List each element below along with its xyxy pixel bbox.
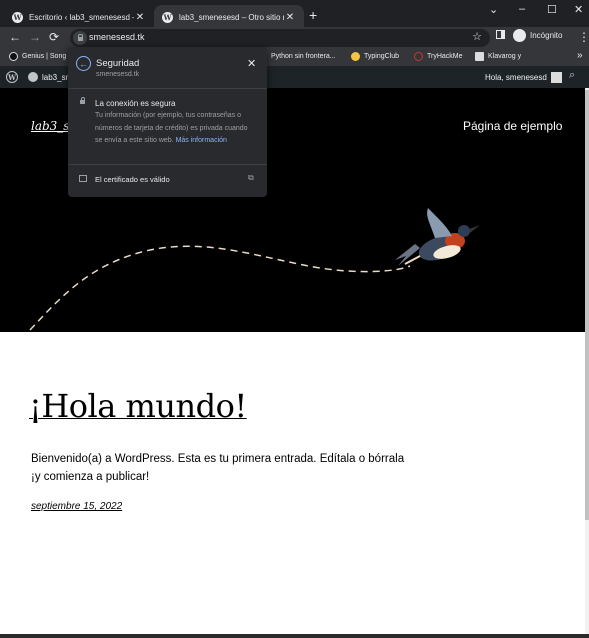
external-link-icon[interactable]: ⧉	[248, 173, 254, 183]
klavarog-icon	[475, 52, 484, 61]
connection-secure-heading: La conexión es segura	[95, 99, 176, 108]
tab-title: lab3_smenesesd – Otro sitio real	[179, 13, 284, 22]
browser-toolbar: ← → ⟳ smenesesd.tk ☆ ⋮	[0, 27, 589, 49]
lock-icon	[80, 97, 85, 104]
lock-icon[interactable]	[73, 31, 87, 45]
post-date-link[interactable]: septiembre 15, 2022	[31, 501, 122, 512]
sidepanel-icon[interactable]	[496, 30, 505, 39]
tab-close-icon[interactable]: ✕	[134, 12, 146, 23]
bookmarks-overflow-button[interactable]: »	[577, 50, 583, 61]
divider	[68, 164, 267, 165]
certificate-icon	[79, 175, 87, 182]
howdy-label: Hola, smenesesd	[485, 73, 547, 82]
tab-title: Escritorio ‹ lab3_smenesesd — W	[29, 13, 134, 22]
reload-button[interactable]: ⟳	[49, 30, 59, 44]
avatar	[550, 72, 562, 83]
divider	[68, 88, 267, 89]
address-bar[interactable]: smenesesd.tk ☆	[70, 29, 490, 47]
wordpress-favicon-icon: W	[162, 12, 173, 23]
popup-domain: smenesesd.tk	[96, 71, 140, 78]
new-tab-button[interactable]: +	[309, 7, 317, 23]
bookmark-tryhackme[interactable]: TryHackMe	[414, 52, 463, 61]
bookmark-label: Genius | Song	[22, 53, 67, 60]
bookmark-label: TryHackMe	[427, 53, 463, 60]
browser-window: W Escritorio ‹ lab3_smenesesd — W ✕ W la…	[0, 0, 589, 638]
post-excerpt: Bienvenido(a) a WordPress. Esta es tu pr…	[31, 453, 405, 483]
incognito-icon	[513, 29, 526, 42]
bookmark-klavarog[interactable]: Klavarog y	[475, 52, 521, 61]
bookmark-typingclub[interactable]: TypingClub	[351, 52, 399, 61]
popup-title: Seguridad	[96, 58, 140, 69]
admin-account[interactable]: Hola, smenesesd	[485, 72, 562, 83]
more-info-link[interactable]: Más información	[176, 137, 227, 144]
bookmark-star-icon[interactable]: ☆	[472, 30, 482, 43]
scrollbar-thumb[interactable]	[585, 90, 589, 520]
tab-search-icon[interactable]: ⌄	[489, 3, 498, 16]
wordpress-logo-icon[interactable]: W	[6, 71, 18, 83]
tab-strip: W Escritorio ‹ lab3_smenesesd — W ✕ W la…	[0, 0, 589, 30]
bookmark-label: Klavarog y	[488, 53, 522, 60]
tryhackme-icon	[414, 52, 423, 61]
typingclub-icon	[351, 52, 360, 61]
incognito-indicator[interactable]: Incógnito	[513, 29, 562, 42]
admin-site-name[interactable]: lab3_sm	[28, 72, 72, 82]
certificate-valid-item[interactable]: El certificado es válido	[95, 175, 170, 184]
bird-illustration-icon	[395, 208, 480, 266]
popup-close-icon[interactable]: ✕	[247, 57, 256, 70]
dashboard-icon	[28, 72, 38, 82]
security-popup: ← Seguridad smenesesd.tk ✕ La conexión e…	[68, 47, 267, 197]
tab-close-icon[interactable]: ✕	[284, 12, 296, 23]
wordpress-favicon-icon: W	[12, 12, 23, 23]
bookmark-label: TypingClub	[364, 53, 400, 60]
close-window-button[interactable]: ✕	[574, 3, 583, 16]
back-arrow-icon[interactable]: ←	[76, 56, 91, 71]
back-button[interactable]: ←	[9, 30, 21, 44]
forward-button[interactable]: →	[29, 30, 41, 44]
maximize-button[interactable]: ☐	[547, 3, 557, 16]
menu-icon[interactable]: ⋮	[578, 30, 589, 44]
page-scrollbar[interactable]	[585, 88, 589, 634]
incognito-label: Incógnito	[530, 31, 563, 40]
minimize-button[interactable]: –	[519, 3, 525, 15]
url-text[interactable]: smenesesd.tk	[89, 32, 145, 42]
bookmark-label: Python sin frontera...	[271, 53, 336, 60]
taskbar-strip	[0, 634, 589, 638]
genius-icon	[9, 52, 18, 61]
bookmark-python[interactable]: Python sin frontera...	[264, 52, 336, 61]
post-title-link[interactable]: ¡Hola mundo!	[29, 387, 247, 425]
connection-description: Tu información (por ejemplo, tus contras…	[95, 110, 255, 148]
bookmark-genius[interactable]: Genius | Song	[9, 52, 66, 61]
dashed-flight-path	[29, 245, 411, 331]
search-icon[interactable]: ⌕	[569, 69, 575, 82]
